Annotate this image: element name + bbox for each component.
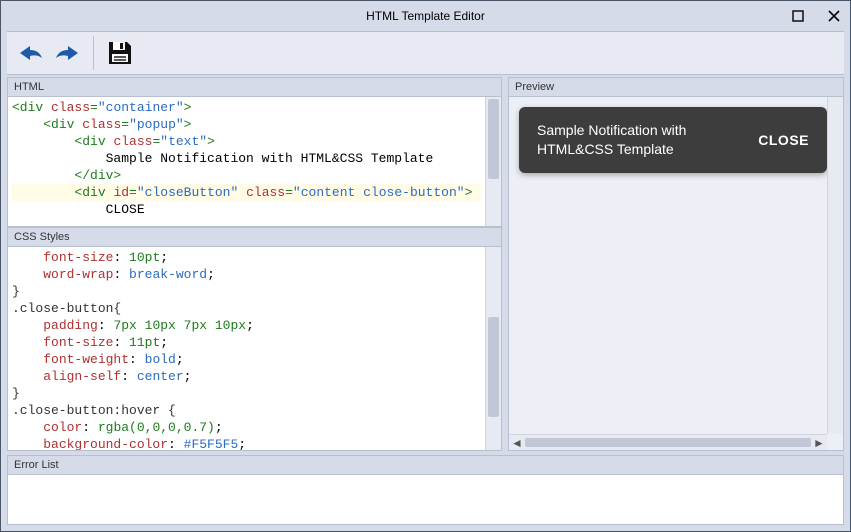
save-button[interactable] xyxy=(102,35,138,71)
window-controls xyxy=(788,1,844,31)
scroll-right-icon[interactable]: ► xyxy=(811,435,827,451)
css-editor[interactable]: font-size: 10pt; word-wrap: break-word; … xyxy=(7,247,502,451)
maximize-button[interactable] xyxy=(788,6,808,26)
save-icon xyxy=(107,40,133,66)
bottom-row: Error List xyxy=(1,455,850,531)
html-editor[interactable]: <div class="container"> <div class="popu… xyxy=(7,97,502,227)
preview-content: Sample Notification with HTML&CSS Templa… xyxy=(519,107,827,434)
scroll-left-icon[interactable]: ◄ xyxy=(509,435,525,451)
undo-button[interactable] xyxy=(13,35,49,71)
preview-panel: Sample Notification with HTML&CSS Templa… xyxy=(508,97,844,451)
html-panel-header: HTML xyxy=(7,77,502,97)
preview-scrollbar-v[interactable] xyxy=(827,97,843,434)
titlebar: HTML Template Editor xyxy=(1,1,850,31)
preview-panel-header: Preview xyxy=(508,77,844,97)
notification-close-button[interactable]: CLOSE xyxy=(758,132,809,148)
toolbar xyxy=(7,31,844,75)
html-code: <div class="container"> <div class="popu… xyxy=(8,97,485,226)
notification-text: Sample Notification with HTML&CSS Templa… xyxy=(537,121,742,159)
html-scrollbar[interactable] xyxy=(485,97,501,226)
window-title: HTML Template Editor xyxy=(9,9,842,23)
maximize-icon xyxy=(792,10,804,22)
left-column: HTML <div class="container"> <div class=… xyxy=(7,77,502,451)
close-button[interactable] xyxy=(824,6,844,26)
editor-window: HTML Template Editor xyxy=(0,0,851,532)
error-panel-header: Error List xyxy=(7,455,844,475)
css-code: font-size: 10pt; word-wrap: break-word; … xyxy=(8,247,485,450)
error-list[interactable] xyxy=(7,475,844,525)
css-panel-header: CSS Styles xyxy=(7,227,502,247)
css-scrollbar[interactable] xyxy=(485,247,501,450)
close-icon xyxy=(828,10,840,22)
redo-button[interactable] xyxy=(49,35,85,71)
main-content: HTML <div class="container"> <div class=… xyxy=(1,75,850,455)
preview-scrollbar-h[interactable]: ◄ ► xyxy=(509,434,827,450)
notification-popup: Sample Notification with HTML&CSS Templa… xyxy=(519,107,827,173)
toolbar-separator xyxy=(93,36,94,70)
redo-icon xyxy=(53,42,81,64)
undo-icon xyxy=(17,42,45,64)
right-column: Preview Sample Notification with HTML&CS… xyxy=(508,77,844,451)
